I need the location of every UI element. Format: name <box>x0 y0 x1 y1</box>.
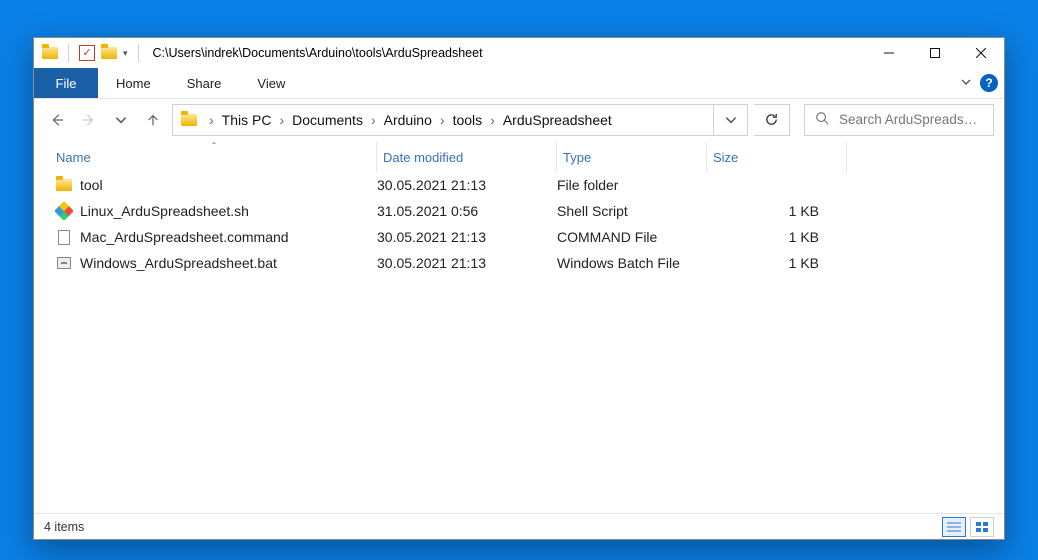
document-icon <box>58 230 70 245</box>
help-button[interactable]: ? <box>980 74 998 92</box>
breadcrumb[interactable]: ArduSpreadsheet <box>499 112 616 128</box>
thumbnails-view-button[interactable] <box>970 517 994 537</box>
address-bar[interactable]: › This PC › Documents › Arduino › tools … <box>172 104 748 136</box>
breadcrumb[interactable]: This PC <box>218 112 276 128</box>
file-modified: 30.05.2021 21:13 <box>377 229 557 245</box>
search-icon <box>815 111 829 128</box>
separator <box>68 44 69 62</box>
file-name: Windows_ArduSpreadsheet.bat <box>80 255 277 271</box>
quick-access-dropdown-icon[interactable]: ▾ <box>123 48 128 59</box>
file-type: Windows Batch File <box>557 255 707 271</box>
file-size: 1 KB <box>707 203 847 219</box>
home-tab[interactable]: Home <box>98 68 169 98</box>
window-controls <box>866 38 1004 68</box>
address-dropdown-button[interactable] <box>713 105 747 135</box>
table-row[interactable]: tool 30.05.2021 21:13 File folder <box>52 172 992 198</box>
maximize-button[interactable] <box>912 38 958 68</box>
col-name[interactable]: ⌃ Name <box>52 142 377 172</box>
chevron-right-icon[interactable]: › <box>367 112 380 128</box>
status-bar: 4 items <box>34 513 1004 539</box>
share-tab[interactable]: Share <box>169 68 240 98</box>
forward-button[interactable] <box>76 107 102 133</box>
chevron-right-icon[interactable]: › <box>436 112 449 128</box>
folder-icon <box>181 114 197 126</box>
file-modified: 30.05.2021 21:13 <box>377 255 557 271</box>
window-title: C:\Users\indrek\Documents\Arduino\tools\… <box>153 46 483 60</box>
separator <box>138 44 139 62</box>
file-name: tool <box>80 177 103 193</box>
expand-ribbon-icon[interactable] <box>960 76 972 91</box>
file-type: COMMAND File <box>557 229 707 245</box>
up-button[interactable] <box>140 107 166 133</box>
shell-script-icon <box>54 201 74 221</box>
explorer-window: ✓ ▾ C:\Users\indrek\Documents\Arduino\to… <box>33 37 1005 540</box>
folder-icon <box>56 179 72 191</box>
table-row[interactable]: Linux_ArduSpreadsheet.sh 31.05.2021 0:56… <box>52 198 992 224</box>
quick-access-properties-icon[interactable]: ✓ <box>79 45 95 61</box>
col-name-label: Name <box>56 150 91 165</box>
search-box[interactable]: Search ArduSpreadsheet <box>804 104 994 136</box>
chevron-right-icon[interactable]: › <box>486 112 499 128</box>
nav-bar: › This PC › Documents › Arduino › tools … <box>34 98 1004 140</box>
file-size: 1 KB <box>707 229 847 245</box>
chevron-right-icon[interactable]: › <box>205 112 218 128</box>
col-modified[interactable]: Date modified <box>377 142 557 172</box>
view-switcher <box>942 517 994 537</box>
view-tab[interactable]: View <box>239 68 303 98</box>
refresh-button[interactable] <box>754 104 790 136</box>
breadcrumb[interactable]: Arduino <box>380 112 436 128</box>
file-list: ⌃ Name Date modified Type Size tool 30.0… <box>34 140 1004 513</box>
close-button[interactable] <box>958 38 1004 68</box>
file-type: Shell Script <box>557 203 707 219</box>
chevron-right-icon[interactable]: › <box>275 112 288 128</box>
file-tab[interactable]: File <box>34 68 98 98</box>
ribbon: File Home Share View ? <box>34 68 1004 98</box>
sort-ascending-icon: ⌃ <box>211 141 218 150</box>
minimize-button[interactable] <box>866 38 912 68</box>
column-headers: ⌃ Name Date modified Type Size <box>52 142 992 172</box>
search-placeholder: Search ArduSpreadsheet <box>839 112 983 127</box>
table-row[interactable]: Windows_ArduSpreadsheet.bat 30.05.2021 2… <box>52 250 992 276</box>
folder-icon[interactable] <box>101 47 117 59</box>
titlebar[interactable]: ✓ ▾ C:\Users\indrek\Documents\Arduino\to… <box>34 38 1004 68</box>
details-view-button[interactable] <box>942 517 966 537</box>
col-type[interactable]: Type <box>557 142 707 172</box>
batch-file-icon <box>57 257 71 269</box>
file-modified: 30.05.2021 21:13 <box>377 177 557 193</box>
folder-icon <box>42 47 58 59</box>
recent-locations-button[interactable] <box>108 107 134 133</box>
titlebar-left: ✓ ▾ <box>34 44 143 62</box>
file-modified: 31.05.2021 0:56 <box>377 203 557 219</box>
table-row[interactable]: Mac_ArduSpreadsheet.command 30.05.2021 2… <box>52 224 992 250</box>
file-name: Mac_ArduSpreadsheet.command <box>80 229 289 245</box>
breadcrumb[interactable]: Documents <box>288 112 367 128</box>
col-size[interactable]: Size <box>707 142 847 172</box>
file-name: Linux_ArduSpreadsheet.sh <box>80 203 249 219</box>
breadcrumb[interactable]: tools <box>449 112 487 128</box>
file-type: File folder <box>557 177 707 193</box>
file-size: 1 KB <box>707 255 847 271</box>
status-items: 4 items <box>44 520 84 534</box>
back-button[interactable] <box>44 107 70 133</box>
